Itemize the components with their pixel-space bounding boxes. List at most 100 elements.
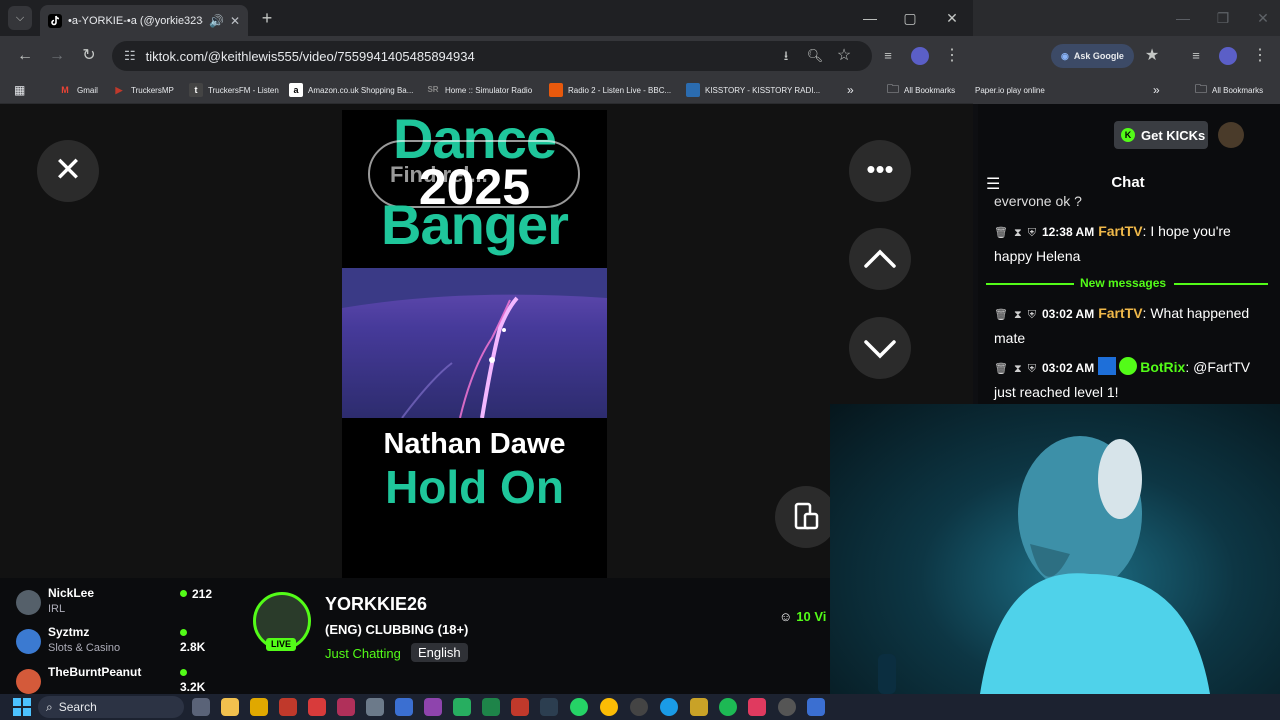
app-icon-1[interactable] [250, 698, 268, 716]
app-icon-9[interactable] [630, 698, 648, 716]
bookmarks-overflow-icon[interactable]: » [847, 82, 854, 98]
bookmark-star-icon[interactable]: ☆ [832, 44, 856, 68]
tab-search-chevron-icon[interactable]: ⌵ [8, 6, 32, 30]
channel-avatar [16, 669, 41, 694]
back-icon[interactable]: ← [13, 44, 37, 68]
right-profile-avatar[interactable] [1216, 44, 1240, 68]
bookmark-truckersfm[interactable]: t TruckersFM - Listen [189, 82, 279, 98]
all-bookmarks[interactable]: 🗀 All Bookmarks [887, 82, 955, 98]
viewer-count: ☺ 10 Vi [779, 609, 827, 624]
tab-close-icon[interactable]: ✕ [230, 14, 240, 28]
bookmark-gmail[interactable]: M Gmail [58, 82, 98, 98]
trash-icon[interactable]: 🗑︎ [994, 363, 1008, 375]
app-icon-7[interactable] [482, 698, 500, 716]
sidebar-channel[interactable]: TheBurntPeanut 3.2K [16, 665, 216, 694]
sidebar-channel[interactable]: Syztmz Slots & Casino 2.8K [16, 625, 216, 663]
timeout-hourglass-icon[interactable]: ⧗ [1014, 363, 1022, 375]
chat-username[interactable]: FartTV [1098, 305, 1142, 321]
windows-start-icon[interactable] [12, 697, 32, 717]
pip-button[interactable] [775, 486, 837, 548]
timeout-hourglass-icon[interactable]: ⧗ [1014, 227, 1022, 239]
app-icon-11[interactable] [778, 698, 796, 716]
close-video-button[interactable]: ✕ [37, 140, 99, 202]
maximize-icon[interactable]: ▢ [898, 6, 922, 30]
timeout-hourglass-icon[interactable]: ⧗ [1014, 309, 1022, 321]
bookmark-paperio[interactable]: Paper.io play online [975, 82, 1045, 98]
minimize-icon[interactable]: — [858, 6, 882, 30]
whatsapp-icon[interactable] [570, 698, 588, 716]
chrome-icon[interactable] [600, 698, 618, 716]
address-bar[interactable]: ☷ tiktok.com/@keithlewis555/video/755994… [112, 41, 872, 71]
bookmark-simulator-radio[interactable]: SR Home :: Simulator Radio [426, 82, 532, 98]
app-icon-5[interactable] [424, 698, 442, 716]
tiktok-app-icon[interactable] [748, 698, 766, 716]
chat-username[interactable]: BotRix [1140, 359, 1185, 375]
shield-icon[interactable]: ⛨ [1028, 227, 1036, 239]
truck-app-icon[interactable] [366, 698, 384, 716]
next-video-button[interactable] [849, 317, 911, 379]
app-icon-8[interactable] [511, 698, 529, 716]
file-explorer-icon[interactable] [221, 698, 239, 716]
media-control-icon[interactable]: ≡ [876, 44, 900, 68]
app-icon-3[interactable] [308, 698, 326, 716]
steam-icon[interactable] [540, 698, 558, 716]
user-avatar[interactable] [1218, 122, 1244, 148]
taskbar-search[interactable]: ⌕ Search [38, 696, 184, 718]
menu-kebab-icon[interactable]: ⋮ [940, 44, 964, 68]
ask-google-button[interactable]: ◉ Ask Google [1051, 44, 1134, 68]
kick-logo-icon: K [1121, 128, 1135, 142]
video-road-scene [342, 268, 607, 419]
apps-grid-icon[interactable]: ▦ [14, 82, 25, 98]
tab-tiktok[interactable]: •a-YORKIE-•a (@yorkie32340) | TikTo 🔊 ✕ [40, 5, 248, 36]
right-close-icon[interactable]: ✕ [1251, 6, 1275, 30]
bookmarks-bar: ▦ M Gmail ▶ TruckersMP t TruckersFM - Liste… [0, 76, 973, 104]
more-options-button[interactable]: ••• [849, 140, 911, 202]
get-kicks-button[interactable]: K Get KICKs [1114, 121, 1208, 149]
zoom-icon[interactable]: 🔍︎ [803, 44, 827, 68]
app-icon-4[interactable] [337, 698, 355, 716]
forward-icon[interactable]: → [45, 44, 69, 68]
app-icon-12[interactable] [807, 698, 825, 716]
right-bookmark-star-icon[interactable]: ★ [1140, 44, 1164, 68]
right-all-bookmarks[interactable]: 🗀 All Bookmarks [1195, 82, 1263, 98]
previous-video-button[interactable] [849, 228, 911, 290]
window-close-icon[interactable]: ✕ [940, 6, 964, 30]
sidebar-channel[interactable]: NickLee IRL 212 [16, 586, 216, 624]
bookmark-truckersmp[interactable]: ▶ TruckersMP [112, 82, 174, 98]
new-tab-icon[interactable]: + [255, 6, 279, 30]
task-view-icon[interactable] [192, 698, 210, 716]
right-menu-kebab-icon[interactable]: ⋮ [1248, 44, 1272, 68]
stream-language-tag[interactable]: English [411, 643, 468, 662]
app-icon-10[interactable] [690, 698, 708, 716]
edge-icon[interactable] [660, 698, 678, 716]
app-icon-b[interactable] [395, 698, 413, 716]
tiktok-favicon-icon [48, 13, 62, 28]
bookmark-radio2[interactable]: Radio 2 - Listen Live - BBC... [549, 82, 671, 98]
chat-username[interactable]: FartTV [1098, 223, 1142, 239]
video-player[interactable]: Dance Find rel... 2025 Banger Nathan Daw… [342, 110, 607, 578]
site-info-icon[interactable]: ☷ [124, 48, 136, 64]
stream-category-link[interactable]: Just Chatting [325, 646, 401, 661]
right-maximize-icon[interactable]: ❐ [1211, 6, 1235, 30]
spotify-icon[interactable] [719, 698, 737, 716]
trash-icon[interactable]: 🗑︎ [994, 309, 1008, 321]
install-icon[interactable]: ⭳ [774, 44, 798, 68]
speaker-icon[interactable]: 🔊 [209, 14, 224, 28]
reload-icon[interactable]: ↻ [77, 44, 101, 68]
kisstory-icon [686, 83, 700, 97]
right-media-icon[interactable]: ≡ [1184, 44, 1208, 68]
streamer-name[interactable]: YORKKIE26 [325, 594, 427, 615]
bookmark-kisstory[interactable]: KISSTORY - KISSTORY RADI... [686, 82, 820, 98]
trash-icon[interactable]: 🗑︎ [994, 227, 1008, 239]
url-text: tiktok.com/@keithlewis555/video/75599414… [145, 48, 475, 64]
right-minimize-icon[interactable]: — [1171, 6, 1195, 30]
shield-icon[interactable]: ⛨ [1028, 309, 1036, 321]
right-bookmarks-overflow-icon[interactable]: » [1153, 82, 1160, 98]
shield-icon[interactable]: ⛨ [1028, 363, 1036, 375]
app-icon-6[interactable] [453, 698, 471, 716]
channel-avatar [16, 590, 41, 615]
profile-avatar[interactable] [908, 44, 932, 68]
bookmark-amazon[interactable]: a Amazon.co.uk Shopping Ba... [289, 82, 413, 98]
search-icon: ⌕ [46, 699, 53, 714]
app-icon-2[interactable] [279, 698, 297, 716]
